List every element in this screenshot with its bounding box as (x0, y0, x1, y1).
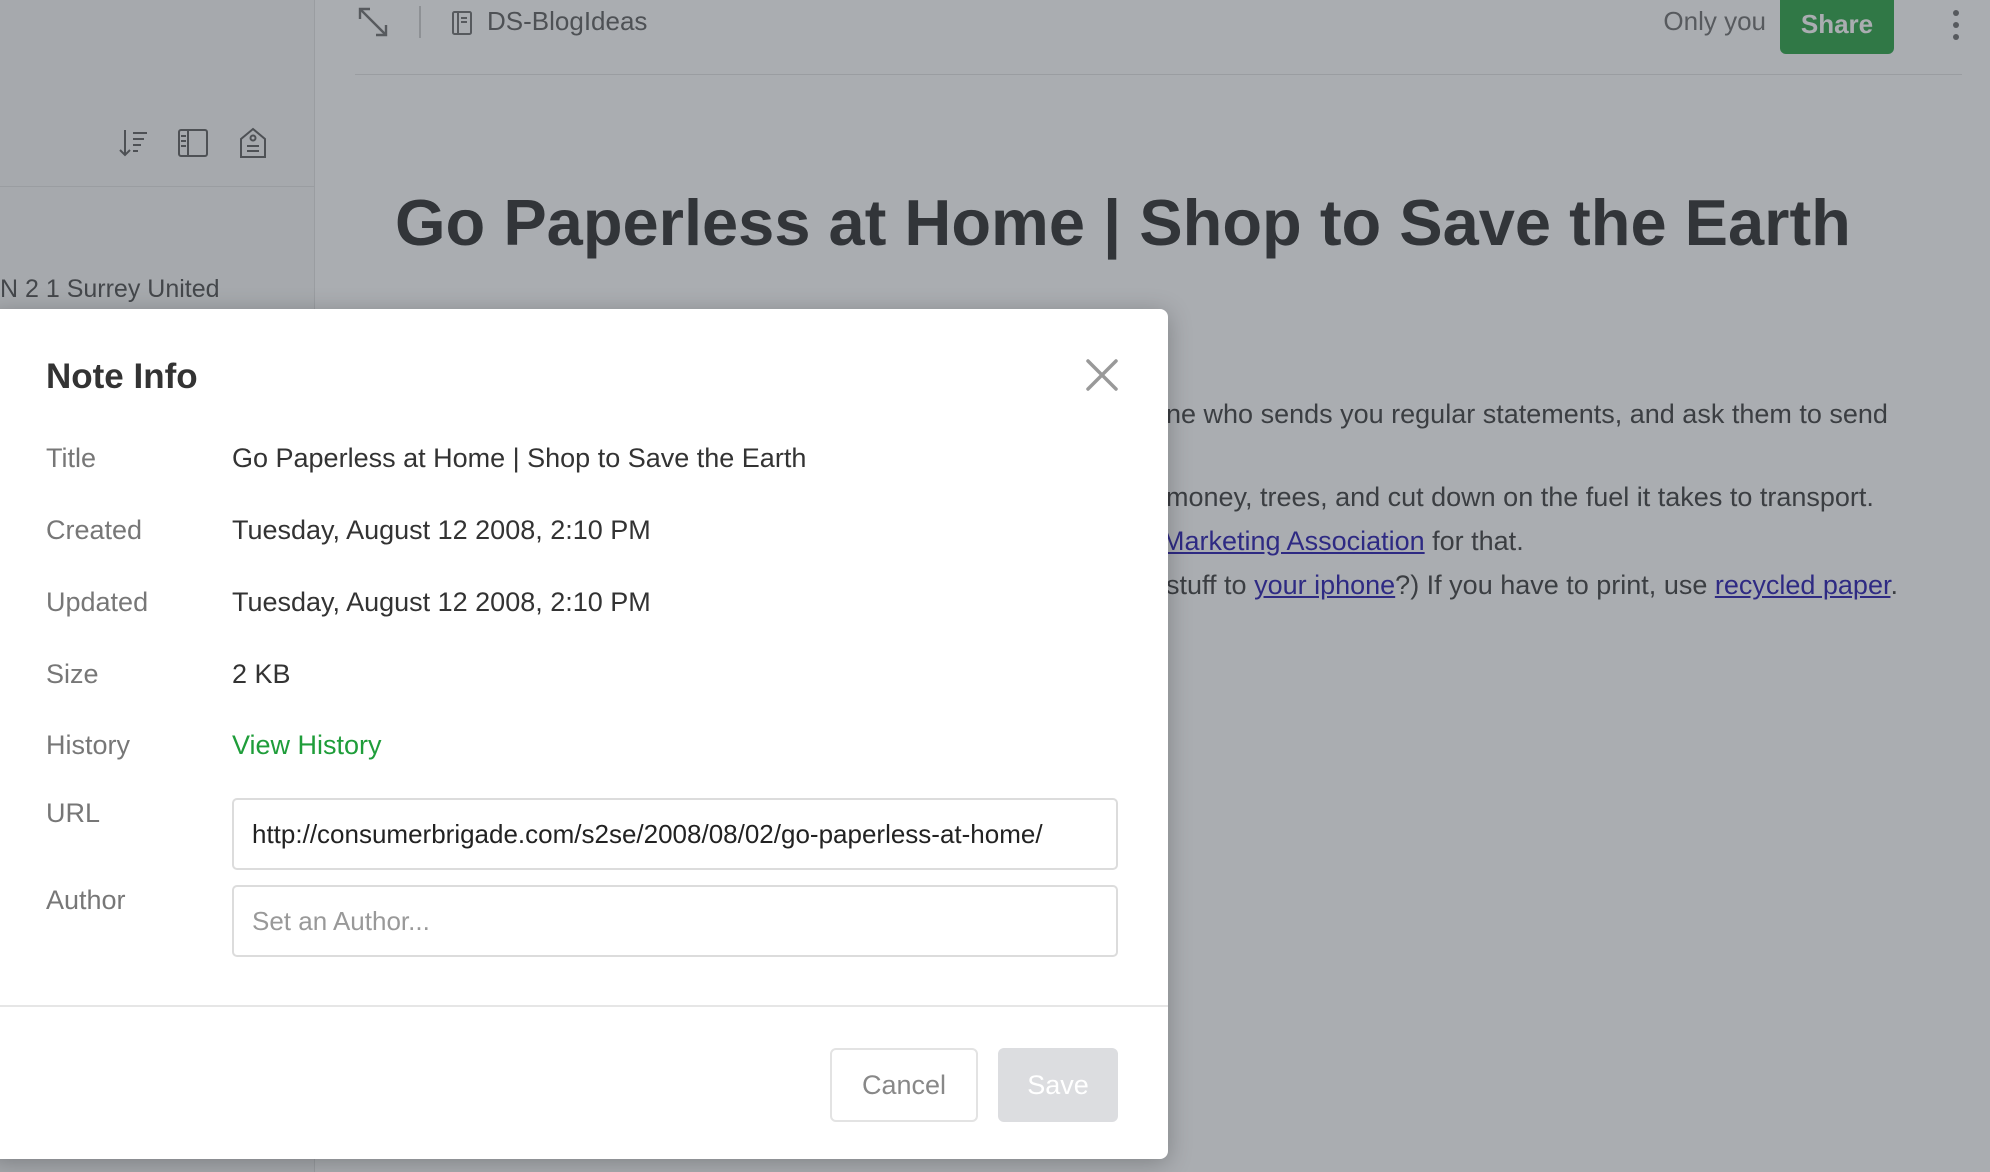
close-button[interactable] (1082, 355, 1122, 395)
updated-label: Updated (46, 587, 149, 617)
author-input[interactable] (232, 885, 1118, 957)
dialog-divider (0, 1005, 1168, 1007)
created-label: Created (46, 515, 143, 545)
created-value: Tuesday, August 12 2008, 2:10 PM (232, 515, 651, 545)
close-icon (1086, 359, 1118, 391)
history-label: History (46, 730, 131, 760)
updated-value: Tuesday, August 12 2008, 2:10 PM (232, 587, 651, 617)
url-row: URL (46, 798, 1118, 870)
size-label: Size (46, 659, 99, 689)
note-info-dialog: Note Info Title Go Paperless at Home | S… (0, 309, 1168, 1159)
size-value: 2 KB (232, 659, 291, 689)
url-label: URL (46, 798, 101, 828)
save-button[interactable]: Save (998, 1048, 1118, 1122)
cancel-button[interactable]: Cancel (830, 1048, 978, 1122)
dialog-title: Note Info (46, 357, 198, 396)
author-label: Author (46, 885, 126, 915)
title-label: Title (46, 443, 97, 473)
view-history-link[interactable]: View History (232, 730, 382, 761)
author-row: Author (46, 885, 1118, 957)
url-input[interactable] (232, 798, 1118, 870)
title-value: Go Paperless at Home | Shop to Save the … (232, 443, 807, 473)
